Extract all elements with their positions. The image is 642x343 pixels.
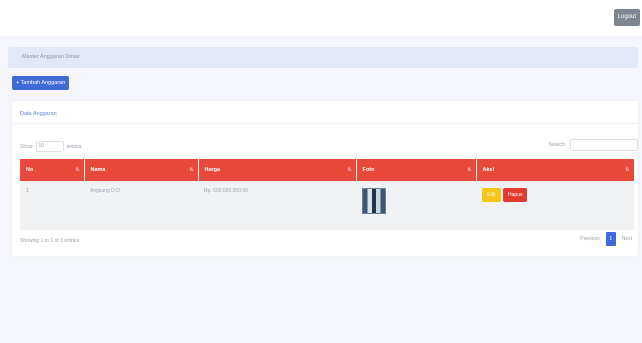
card-header: Data Anggaran — [12, 101, 638, 124]
entries-length-control: Show 10 entries — [20, 141, 82, 152]
column-header-no[interactable]: No ⇅ — [20, 159, 85, 181]
table-info: Showing 1 to 1 of 1 entries — [20, 238, 80, 244]
previous-page-button[interactable]: Previous — [576, 232, 603, 246]
search-control: Search: — [549, 139, 638, 151]
cell-nama: Angsung D.O — [84, 181, 198, 230]
pagination: Previous 1 Next — [576, 232, 636, 246]
entries-label: entries — [66, 143, 82, 150]
logout-button[interactable]: Logout — [613, 9, 640, 26]
sort-icon: ⇅ — [189, 167, 194, 173]
search-input[interactable] — [570, 139, 638, 151]
delete-button[interactable]: Hapus — [503, 188, 528, 202]
column-header-aksi[interactable]: Aksi ⇅ — [476, 159, 635, 181]
breadcrumb: Master Anggaran Dinas — [8, 47, 638, 68]
photo-thumbnail[interactable] — [362, 188, 386, 214]
table-row: 1 Angsung D.O Rp. 500.000.000,00 Edit Ha… — [20, 181, 634, 230]
column-header-harga[interactable]: Harga ⇅ — [198, 159, 357, 181]
cell-harga: Rp. 500.000.000,00 — [198, 181, 356, 230]
entries-select[interactable]: 10 — [35, 141, 64, 152]
cell-no: 1 — [20, 181, 84, 230]
page-title: Master Anggaran Dinas — [22, 54, 80, 60]
top-navbar: Logout — [0, 0, 642, 36]
add-budget-button[interactable]: + Tambah Anggaran — [12, 76, 70, 90]
data-table: No ⇅ Nama ⇅ Harga ⇅ Foto ⇅ Aksi ⇅ 1 Angsung D… — [20, 159, 635, 230]
data-card: Data Anggaran Show 10 entries Search: No… — [12, 101, 638, 256]
sort-icon: ⇅ — [625, 167, 630, 173]
table-header-row: No ⇅ Nama ⇅ Harga ⇅ Foto ⇅ Aksi ⇅ — [20, 159, 635, 181]
sort-icon: ⇅ — [75, 167, 80, 173]
next-page-button[interactable]: Next — [618, 232, 636, 246]
page-button-1[interactable]: 1 — [605, 232, 616, 246]
show-label: Show — [20, 143, 33, 150]
sort-icon: ⇅ — [467, 167, 472, 173]
search-label: Search: — [548, 142, 566, 148]
cell-foto — [356, 181, 476, 230]
cell-aksi: Edit Hapus — [476, 181, 634, 230]
column-header-nama[interactable]: Nama ⇅ — [84, 159, 199, 181]
column-header-foto[interactable]: Foto ⇅ — [356, 159, 477, 181]
edit-button[interactable]: Edit — [482, 188, 501, 202]
sort-icon: ⇅ — [347, 167, 352, 173]
card-title: Data Anggaran — [20, 111, 57, 117]
